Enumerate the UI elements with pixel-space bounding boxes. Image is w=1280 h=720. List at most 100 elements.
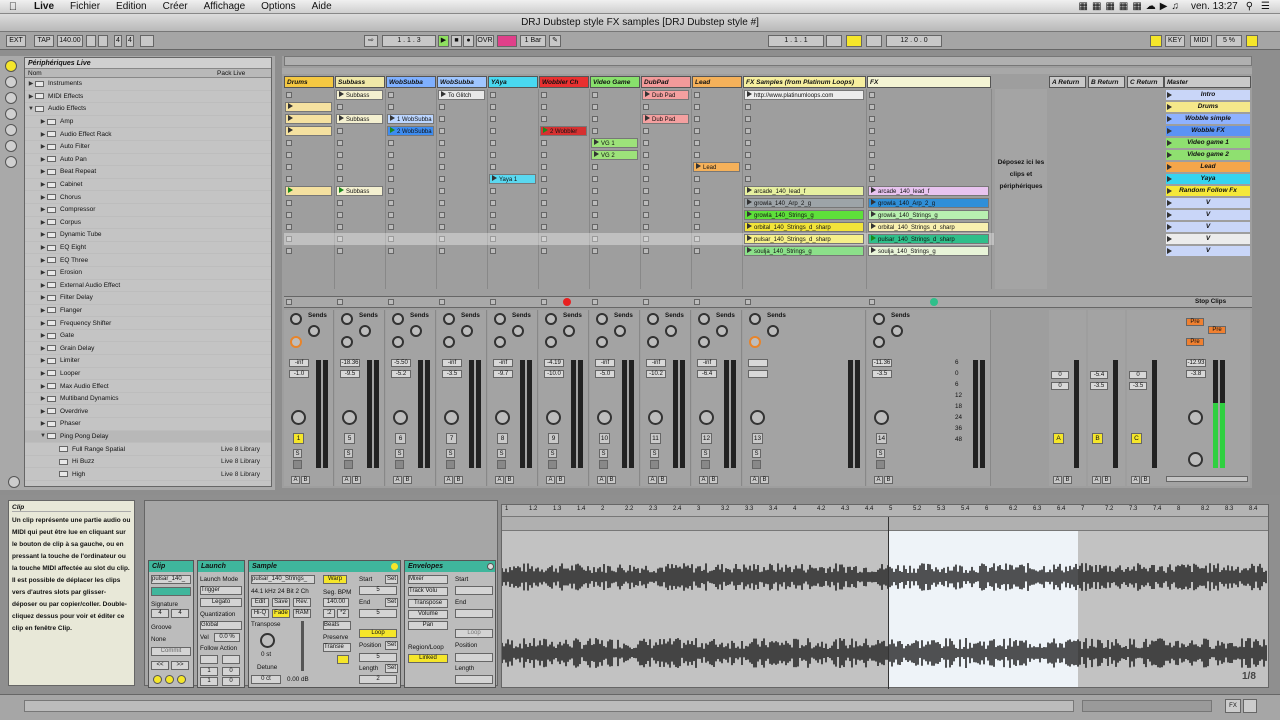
clip-stop-slot[interactable] (592, 188, 598, 194)
send-c-knob[interactable] (290, 336, 302, 348)
scene-launch[interactable]: Intro (1166, 90, 1250, 100)
send-a-knob[interactable] (596, 313, 608, 325)
crossfade-a-button[interactable]: A (750, 476, 759, 484)
clip-slot[interactable]: growla_140_Strings_g (744, 210, 864, 220)
pan-field[interactable]: -3.5 (442, 370, 462, 378)
edit-button[interactable]: Edit (251, 598, 269, 607)
collapsed-triangle-icon[interactable]: ▶ (39, 168, 47, 175)
clip-stop-slot[interactable] (541, 152, 547, 158)
send-c-knob[interactable] (392, 336, 404, 348)
scene-launch[interactable]: Lead (1166, 162, 1250, 172)
clip-stop-slot[interactable] (643, 128, 649, 134)
automation-arm-button[interactable] (497, 35, 517, 47)
key-map-button[interactable]: KEY (1165, 35, 1185, 47)
scene-launch[interactable]: Video game 1 (1166, 138, 1250, 148)
send-b-knob[interactable] (767, 325, 779, 337)
clip-play-icon[interactable] (747, 199, 752, 205)
env-length-field[interactable] (455, 675, 493, 684)
disk-icon[interactable] (5, 140, 17, 152)
arm-button[interactable] (876, 460, 885, 469)
env-volume-button[interactable]: Volume (408, 610, 448, 619)
collapsed-triangle-icon[interactable]: ▶ (39, 357, 47, 364)
clip-stop-slot[interactable] (388, 200, 394, 206)
track-header[interactable]: Subbass (335, 76, 385, 88)
scene-play-icon[interactable] (1167, 200, 1172, 206)
clip-slot[interactable] (285, 102, 332, 112)
solo-button[interactable]: S (650, 449, 659, 458)
clip-slot[interactable]: soulja_140_Strings_g (744, 246, 864, 256)
env-end-field[interactable] (455, 609, 493, 618)
clip-stop-slot[interactable] (541, 176, 547, 182)
env-loop-button[interactable]: Loop (455, 629, 493, 638)
browser-item[interactable]: ▶ Grain Delay (25, 342, 271, 356)
crossfade-b-button[interactable]: B (556, 476, 565, 484)
send-b-knob[interactable] (410, 325, 422, 337)
track-stop-button[interactable] (745, 299, 751, 305)
clip-play-icon[interactable] (747, 247, 752, 253)
arm-button[interactable] (752, 460, 761, 469)
clip-stop-slot[interactable] (490, 128, 496, 134)
return-track-header[interactable]: B Return (1088, 76, 1125, 88)
metronome-button[interactable] (140, 35, 154, 47)
crossfade-a-button[interactable]: A (444, 476, 453, 484)
nudge-up-button[interactable] (98, 35, 108, 47)
menu-edit[interactable]: Edition (108, 1, 155, 12)
volume-field[interactable]: -inf (595, 359, 615, 367)
clip-stop-slot[interactable] (490, 152, 496, 158)
crossfade-b-button[interactable]: B (760, 476, 769, 484)
track-header[interactable]: WobSubba (386, 76, 436, 88)
clip-play-icon[interactable] (747, 187, 752, 193)
clip-stop-slot[interactable] (643, 200, 649, 206)
search-icon[interactable]: ⚲ (1246, 1, 1253, 12)
collapsed-triangle-icon[interactable]: ▶ (39, 408, 47, 415)
follow-time-a[interactable]: 1 (200, 677, 218, 686)
clip-stop-slot[interactable] (541, 140, 547, 146)
crossfade-b-button[interactable]: B (505, 476, 514, 484)
list-icon[interactable]: ☰ (1261, 1, 1270, 12)
volume-field[interactable]: -inf (646, 359, 666, 367)
sig-num-field[interactable]: 4 (114, 35, 122, 47)
preserve-select[interactable]: Transie (323, 643, 351, 652)
clip-stop-slot[interactable] (592, 116, 598, 122)
clip-stop-slot[interactable] (694, 176, 700, 182)
scene-play-icon[interactable] (1167, 152, 1172, 158)
track-activator[interactable]: 11 (650, 433, 661, 444)
browser-item[interactable]: ▶ Max Audio Effect (25, 380, 271, 393)
clip-stop-slot[interactable] (388, 164, 394, 170)
pan-knob[interactable] (874, 410, 889, 425)
legato-button[interactable]: Legato (200, 598, 242, 607)
browser-item[interactable]: ▶ Instruments (25, 78, 271, 91)
collapsed-triangle-icon[interactable]: ▶ (39, 370, 47, 377)
send-b-knob[interactable] (308, 325, 320, 337)
send-a-knob[interactable] (749, 313, 761, 325)
clip-stop-slot[interactable] (439, 128, 445, 134)
menu-view[interactable]: Affichage (196, 1, 254, 12)
follow-time-b[interactable]: 0 (222, 677, 240, 686)
clip-play-icon[interactable] (871, 247, 876, 253)
pan-field[interactable]: -10.0 (544, 370, 564, 378)
send-b-knob[interactable] (359, 325, 371, 337)
cue-volume-knob[interactable] (1188, 410, 1203, 425)
arm-button[interactable] (548, 460, 557, 469)
send-b-knob[interactable] (563, 325, 575, 337)
length-field[interactable]: 2 (359, 675, 397, 684)
volume-field[interactable]: -4.19 (544, 359, 564, 367)
clip-slot[interactable]: arcade_140_lead_f (744, 186, 864, 196)
send-a-knob[interactable] (698, 313, 710, 325)
pan-field[interactable]: -6.4 (697, 370, 717, 378)
track-stop-button[interactable] (643, 299, 649, 305)
clip-stop-slot[interactable] (694, 104, 700, 110)
playhead-marker[interactable] (888, 517, 889, 689)
clip-stop-slot[interactable] (439, 164, 445, 170)
playing-clip-icon[interactable] (339, 187, 344, 193)
clip-stop-slot[interactable] (439, 176, 445, 182)
clip-stop-slot[interactable] (541, 200, 547, 206)
scene-launch[interactable]: V (1166, 234, 1250, 244)
pan-knob[interactable] (699, 410, 714, 425)
arm-button[interactable] (497, 460, 506, 469)
launch-mode-select[interactable]: Trigger (200, 586, 242, 595)
crossfade-b-button[interactable]: B (709, 476, 718, 484)
scene-play-icon[interactable] (1167, 92, 1172, 98)
clip-stop-slot[interactable] (490, 200, 496, 206)
clip-play-icon[interactable] (339, 91, 344, 97)
